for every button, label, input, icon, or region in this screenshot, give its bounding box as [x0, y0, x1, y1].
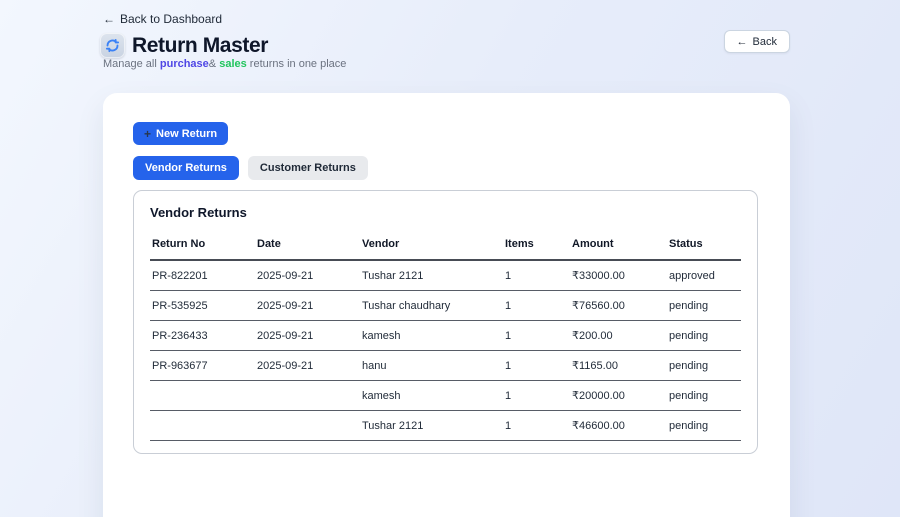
main-card: + New Return Vendor Returns Customer Ret…	[103, 93, 790, 517]
cell-date	[255, 380, 360, 411]
table-body: PR-822201 2025-09-21 Tushar 2121 1 ₹3300…	[150, 260, 741, 441]
back-button[interactable]: ← Back	[723, 30, 790, 53]
cell-status: pending	[667, 290, 741, 321]
tab-customer-returns[interactable]: Customer Returns	[247, 156, 368, 180]
cell-status: pending	[667, 320, 741, 351]
tab-vendor-returns[interactable]: Vendor Returns	[133, 156, 239, 180]
cell-vendor: Tushar 2121	[360, 260, 503, 291]
cell-date: 2025-09-21	[255, 260, 360, 291]
cell-amount: ₹76560.00	[570, 290, 667, 321]
circular-arrows-icon	[100, 33, 125, 58]
column-header-date: Date	[255, 232, 360, 261]
column-header-return-no: Return No	[150, 232, 255, 261]
cell-items: 1	[503, 350, 570, 381]
cell-date	[255, 410, 360, 441]
table-title: Vendor Returns	[150, 205, 247, 220]
cell-vendor: kamesh	[360, 320, 503, 351]
cell-vendor: Tushar 2121	[360, 410, 503, 441]
back-button-label: Back	[752, 35, 777, 48]
subtitle-purchase: purchase	[159, 58, 209, 70]
cell-status: pending	[667, 410, 741, 441]
table-row[interactable]: kamesh 1 ₹20000.00 pending	[150, 380, 741, 411]
cell-amount: ₹33000.00	[570, 260, 667, 291]
subtitle-suffix: returns in one place	[246, 58, 347, 70]
vendor-returns-table: Return No Date Vendor Items Amount Statu…	[150, 232, 741, 441]
table-row[interactable]: Tushar 2121 1 ₹46600.00 pending	[150, 410, 741, 441]
subtitle-sales: sales	[219, 58, 247, 70]
cell-return-no: PR-535925	[150, 290, 255, 321]
cell-items: 1	[503, 380, 570, 411]
cell-date: 2025-09-21	[255, 290, 360, 321]
cell-vendor: hanu	[360, 350, 503, 381]
column-header-amount: Amount	[570, 232, 667, 261]
back-arrow-icon: ←	[103, 12, 115, 26]
back-to-dashboard-link[interactable]: ← Back to Dashboard	[103, 12, 222, 26]
new-return-label: New Return	[156, 127, 218, 140]
cell-return-no	[150, 410, 255, 441]
cell-amount: ₹200.00	[570, 320, 667, 351]
cell-date: 2025-09-21	[255, 350, 360, 381]
page-title: Return Master	[132, 33, 268, 57]
cell-amount: ₹1165.00	[570, 350, 667, 381]
column-header-status: Status	[667, 232, 741, 261]
column-header-vendor: Vendor	[360, 232, 503, 261]
subtitle-prefix: Manage all	[103, 58, 160, 70]
cell-status: approved	[667, 260, 741, 291]
vendor-returns-card: Vendor Returns Return No Date Vendor Ite…	[133, 190, 758, 454]
plus-icon: +	[144, 126, 152, 141]
cell-return-no	[150, 380, 255, 411]
column-header-items: Items	[503, 232, 570, 261]
back-to-dashboard-label: Back to Dashboard	[120, 12, 223, 26]
back-arrow-icon: ←	[736, 35, 748, 48]
cell-amount: ₹46600.00	[570, 410, 667, 441]
cell-return-no: PR-822201	[150, 260, 255, 291]
subtitle-amp: &	[208, 58, 220, 70]
title-row: Return Master	[100, 33, 268, 58]
cell-status: pending	[667, 350, 741, 381]
cell-return-no: PR-963677	[150, 350, 255, 381]
cell-vendor: Tushar chaudhary	[360, 290, 503, 321]
cell-return-no: PR-236433	[150, 320, 255, 351]
cell-items: 1	[503, 320, 570, 351]
cell-items: 1	[503, 290, 570, 321]
page-subtitle: Manage all purchase& sales returns in on…	[103, 58, 346, 70]
cell-amount: ₹20000.00	[570, 380, 667, 411]
cell-vendor: kamesh	[360, 380, 503, 411]
tab-bar: Vendor Returns Customer Returns	[133, 156, 760, 180]
table-row[interactable]: PR-963677 2025-09-21 hanu 1 ₹1165.00 pen…	[150, 350, 741, 381]
cell-date: 2025-09-21	[255, 320, 360, 351]
cell-items: 1	[503, 260, 570, 291]
cell-status: pending	[667, 380, 741, 411]
table-row[interactable]: PR-822201 2025-09-21 Tushar 2121 1 ₹3300…	[150, 260, 741, 291]
cell-items: 1	[503, 410, 570, 441]
table-row[interactable]: PR-535925 2025-09-21 Tushar chaudhary 1 …	[150, 290, 741, 321]
table-header-row: Return No Date Vendor Items Amount Statu…	[150, 232, 741, 261]
table-row[interactable]: PR-236433 2025-09-21 kamesh 1 ₹200.00 pe…	[150, 320, 741, 351]
new-return-button[interactable]: + New Return	[133, 122, 229, 145]
